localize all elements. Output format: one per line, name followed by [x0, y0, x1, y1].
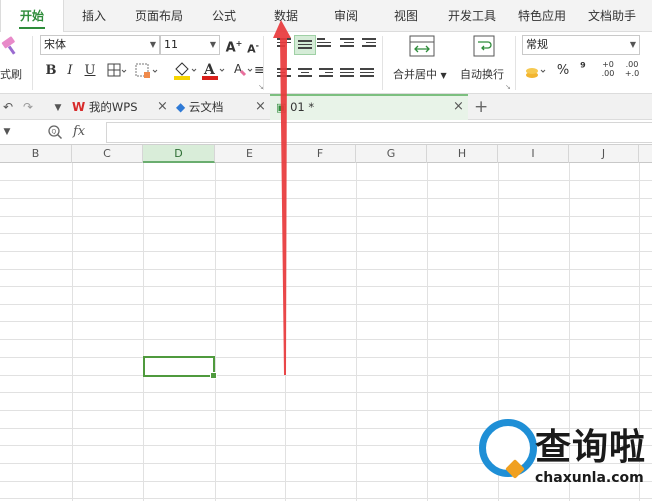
wps-logo-icon: W [72, 100, 86, 114]
grow-font-icon[interactable]: A+ [225, 36, 243, 56]
group-launcher-icon[interactable]: ↘ [505, 83, 511, 91]
shrink-font-icon[interactable]: A- [245, 38, 261, 58]
increase-indent-icon[interactable] [362, 38, 376, 50]
wrap-text-icon[interactable] [473, 35, 495, 57]
formula-bar: ▼ Q fx [0, 120, 652, 145]
tab-review[interactable]: 审阅 [320, 0, 372, 32]
watermark-logo-icon [479, 419, 537, 477]
align-middle-icon [298, 40, 312, 52]
column-header-b[interactable]: B [0, 145, 72, 163]
watermark-title: 查询啦 [535, 426, 647, 468]
merge-center-text: 合并居中 [393, 68, 437, 81]
number-format-value: 常规 [526, 38, 548, 51]
undo-icon[interactable]: ↶ [2, 99, 14, 115]
chevron-down-icon: ▼ [209, 40, 216, 49]
tab-view[interactable]: 视图 [380, 0, 432, 32]
italic-button[interactable]: I [64, 63, 76, 79]
doc-tab-cloud[interactable]: ◆ 云文档 [176, 94, 266, 120]
svg-text:Q: Q [52, 129, 57, 136]
wrap-text-label[interactable]: 自动换行 [460, 66, 504, 82]
ribbon: 式刷 宋体 ▼ 11 ▼ A+ A- B I U A A ≡ 合并居中 ▼ 自动… [0, 32, 652, 94]
doc-tab-label: 01 * [290, 100, 315, 114]
percent-button[interactable]: % [556, 63, 570, 79]
currency-icon[interactable] [524, 62, 548, 82]
clear-format-icon[interactable]: A [232, 61, 254, 81]
zoom-icon[interactable]: Q [47, 124, 63, 140]
redo-icon[interactable]: ↷ [22, 99, 34, 115]
menu-bar: 开始 插入 页面布局 公式 数据 审阅 视图 开发工具 特色应用 文档助手 [0, 0, 652, 33]
format-painter-label[interactable]: 式刷 [0, 66, 22, 82]
doc-tab-label: 云文档 [188, 100, 224, 114]
chevron-down-icon: ▼ [149, 40, 156, 49]
decrease-decimal-button[interactable]: .00 +.0 [622, 60, 642, 78]
tab-special-apps[interactable]: 特色应用 [510, 0, 574, 32]
close-icon[interactable]: × [157, 94, 168, 120]
cloud-doc-icon: ◆ [176, 100, 186, 114]
cell-fill-icon[interactable] [135, 63, 159, 79]
tab-developer[interactable]: 开发工具 [440, 0, 504, 32]
align-left-icon[interactable] [277, 68, 291, 80]
close-icon[interactable]: × [255, 94, 266, 120]
tab-data[interactable]: 数据 [260, 0, 312, 32]
group-launcher-icon[interactable]: ↘ [258, 83, 264, 91]
underline-button[interactable]: U [83, 63, 97, 79]
border-icon[interactable] [107, 63, 127, 79]
align-top-icon[interactable] [277, 38, 291, 50]
spreadsheet-icon: ▣ [276, 101, 287, 114]
comma-button[interactable]: ⁹ [578, 61, 588, 77]
selected-cell[interactable] [143, 356, 217, 379]
new-tab-button[interactable]: + [474, 94, 488, 120]
dropdown-icon[interactable]: ▼ [52, 100, 64, 116]
doc-tab-label: 我的WPS [88, 100, 138, 114]
chevron-down-icon: ▼ [440, 71, 447, 80]
document-tab-bar: ↶ ↷ ▼ W 我的WPS × ◆ 云文档 × ▣ 01 * × + [0, 94, 652, 120]
doc-tab-current[interactable]: ▣ 01 * [270, 94, 468, 120]
name-box-dropdown-icon[interactable]: ▼ [2, 124, 12, 140]
watermark-url: chaxunla.com [535, 470, 644, 486]
font-size-select[interactable]: 11 ▼ [160, 35, 220, 55]
decrease-indent-icon[interactable] [340, 38, 354, 50]
tab-start[interactable]: 开始 [0, 0, 64, 33]
column-headers: B C D E F G H I J [0, 145, 652, 163]
column-header-f[interactable]: F [285, 145, 356, 163]
tab-insert[interactable]: 插入 [68, 0, 120, 32]
merge-center-icon[interactable] [409, 35, 435, 57]
column-header-c[interactable]: C [72, 145, 143, 163]
tab-doc-assistant[interactable]: 文档助手 [580, 0, 644, 32]
font-name-select[interactable]: 宋体 ▼ [40, 35, 160, 55]
column-header-d[interactable]: D [143, 145, 215, 163]
tab-formula[interactable]: 公式 [198, 0, 250, 32]
format-painter-icon[interactable] [0, 36, 22, 58]
formula-input[interactable] [106, 122, 652, 143]
svg-text:A: A [234, 62, 243, 76]
more-icon[interactable]: ≡ [254, 63, 265, 79]
column-header-i[interactable]: I [498, 145, 569, 163]
align-right-icon[interactable] [319, 68, 333, 80]
font-color-icon[interactable]: A [200, 61, 226, 81]
justify-icon[interactable] [340, 68, 354, 80]
tab-page-layout[interactable]: 页面布局 [128, 0, 190, 32]
align-middle-button[interactable] [294, 35, 316, 55]
fill-color-icon[interactable] [172, 61, 198, 81]
increase-decimal-button[interactable]: +0 .00 [598, 60, 618, 78]
close-icon[interactable]: × [453, 94, 464, 120]
font-name-value: 宋体 [44, 38, 66, 51]
align-bottom-icon[interactable] [317, 38, 331, 50]
column-header-j[interactable]: J [569, 145, 639, 163]
merge-center-label[interactable]: 合并居中 ▼ [393, 66, 447, 82]
align-center-icon[interactable] [298, 68, 312, 80]
distributed-icon[interactable] [360, 68, 374, 80]
chevron-down-icon: ▼ [629, 40, 636, 49]
column-header-e[interactable]: E [215, 145, 285, 163]
column-header-g[interactable]: G [356, 145, 427, 163]
fx-icon[interactable]: fx [73, 124, 85, 139]
number-format-select[interactable]: 常规 ▼ [522, 35, 640, 55]
column-header-h[interactable]: H [427, 145, 498, 163]
font-size-value: 11 [164, 38, 178, 51]
bold-button[interactable]: B [44, 63, 58, 79]
doc-tab-my-wps[interactable]: W 我的WPS [72, 94, 168, 120]
watermark: 查询啦 chaxunla.com [471, 414, 652, 501]
svg-text:A: A [203, 62, 216, 78]
